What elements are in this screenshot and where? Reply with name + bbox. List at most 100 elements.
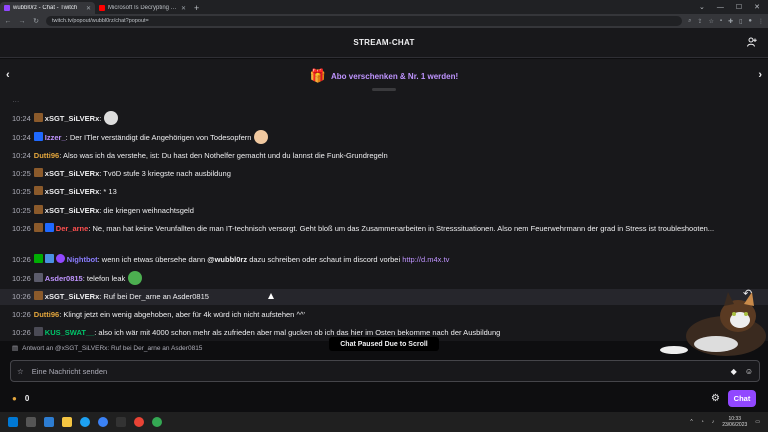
chat-message[interactable]: 10:25 xSGT_SiLVERx: TvöD stufe 3 kriegste… — [12, 167, 756, 180]
system-tray: ^ ◔ ♪ 10:33 23/06/2023 ▭ — [690, 416, 760, 428]
verified-badge-icon[interactable] — [55, 254, 65, 263]
extension-icon[interactable]: ▪ — [720, 18, 722, 25]
terminal-icon[interactable] — [116, 417, 126, 427]
gift-sub-banner[interactable]: ‹ 🎁 Abo verschenken & Nr. 1 werden! › — [0, 59, 768, 93]
forward-icon[interactable]: → — [18, 18, 26, 25]
username[interactable]: xSGT_SiLVERx — [45, 114, 99, 123]
username[interactable]: xSGT_SiLVERx — [45, 169, 99, 178]
menu-dots-icon[interactable]: ⋮ — [758, 18, 764, 25]
url-input[interactable]: twitch.tv/popout/wubbl0rz/chat?popout= — [46, 16, 683, 26]
zoom-icon[interactable]: ⌕ — [688, 18, 691, 25]
bookmark-star-icon[interactable]: ☆ — [709, 18, 714, 25]
sidebar-icon[interactable]: ▯ — [739, 18, 742, 25]
new-tab-icon[interactable]: + — [194, 2, 199, 14]
partner-badge-icon[interactable] — [44, 254, 54, 263]
browser-tab-youtube[interactable]: Microsoft Is Decrypting Your File ✕ — [95, 2, 190, 14]
gear-icon[interactable]: ⚙ — [711, 393, 720, 404]
close-tab-icon[interactable]: ✕ — [181, 5, 186, 12]
taskview-icon[interactable] — [26, 417, 36, 427]
close-tab-icon[interactable]: ✕ — [86, 5, 91, 12]
moderator-badge-icon[interactable] — [33, 254, 43, 263]
username[interactable]: Dutti96 — [34, 151, 59, 160]
tab-search-icon[interactable]: ⌄ — [699, 2, 705, 14]
volume-icon[interactable]: ♪ — [712, 419, 715, 425]
file-explorer-icon[interactable] — [62, 417, 72, 427]
app-icon[interactable] — [98, 417, 108, 427]
sub-badge-icon[interactable] — [33, 186, 43, 195]
windows-start-icon[interactable] — [8, 417, 18, 427]
chrome-profile-icon[interactable] — [152, 417, 162, 427]
username[interactable]: Der_arne — [56, 224, 89, 233]
channel-points[interactable]: ● 0 — [12, 394, 29, 403]
username[interactable]: Dutti96 — [34, 310, 59, 319]
edge-icon[interactable] — [80, 417, 90, 427]
chat-message[interactable]: 10:26 Der_arne: Ne, man hat keine Verunfa… — [12, 222, 756, 235]
emote-picker-icon[interactable]: ☺ — [745, 367, 753, 376]
prime-badge-icon[interactable] — [44, 223, 54, 232]
chat-message[interactable]: 10:26 Nightbot: wenn ich etwas übersehe d… — [12, 253, 756, 266]
chat-input-placeholder: Eine Nachricht senden — [31, 366, 108, 376]
sub-badge-icon[interactable] — [33, 223, 43, 232]
emote-icon[interactable] — [254, 130, 269, 144]
chevron-left-icon[interactable]: ‹ — [6, 69, 10, 81]
mention[interactable]: @wubbl0rz — [207, 255, 247, 264]
extension-icons: ⌕ ⇪ ☆ ▪ ✚ ▯ ● ⋮ — [688, 18, 764, 25]
chat-message[interactable]: 10:26 Dutti96: Klingt jetzt ein wenig abg… — [12, 308, 756, 321]
username[interactable]: Izzer_ — [45, 133, 66, 142]
chat-message[interactable]: 10:24 xSGT_SiLVERx: — [12, 111, 756, 125]
turbo-badge-icon[interactable] — [33, 327, 43, 336]
chat-message-highlighted[interactable]: 10:26 xSGT_SiLVERx: Ruf bei Der_arne an A… — [0, 289, 768, 305]
widgets-icon[interactable] — [44, 417, 54, 427]
message-link[interactable]: http://d.m4x.tv — [402, 255, 449, 264]
muted-badge-icon[interactable] — [33, 273, 43, 282]
close-window-icon[interactable]: ✕ — [754, 2, 760, 14]
minimize-icon[interactable]: — — [717, 2, 724, 14]
chat-message[interactable]: 10:25 xSGT_SiLVERx: die kriegen weihnacht… — [12, 204, 756, 217]
share-icon[interactable]: ⇪ — [697, 18, 702, 25]
notification-icon[interactable]: ▭ — [755, 419, 760, 425]
input-tools: ◆ ☺ — [731, 367, 753, 376]
return-arrow-icon[interactable]: ↶ — [743, 287, 752, 300]
chat-paused-button[interactable]: Chat Paused Due to Scroll — [329, 337, 439, 351]
username[interactable]: xSGT_SiLVERx — [45, 206, 99, 215]
system-clock[interactable]: 10:33 23/06/2023 — [722, 416, 747, 428]
community-users-icon[interactable] — [747, 37, 758, 50]
banner-drag-handle[interactable] — [372, 88, 396, 91]
chat-message[interactable]: 10:25 xSGT_SiLVERx: * 13 — [12, 185, 756, 198]
username[interactable]: Nightbot — [67, 255, 98, 264]
username[interactable]: xSGT_SiLVERx — [45, 187, 99, 196]
network-icon[interactable]: ◔ — [701, 419, 704, 425]
reload-icon[interactable]: ↻ — [32, 17, 40, 25]
bits-icon[interactable]: ◆ — [731, 367, 737, 376]
badge-picker-icon[interactable]: ☆ — [17, 367, 24, 376]
sub-badge-icon[interactable] — [33, 113, 43, 122]
maximize-icon[interactable]: ☐ — [736, 2, 742, 14]
username[interactable]: xSGT_SiLVERx — [45, 292, 99, 301]
profile-icon[interactable]: ● — [748, 18, 752, 25]
username[interactable]: Asder0815 — [45, 274, 83, 283]
message-text: Der ITler verständigt die Angehörigen vo… — [69, 133, 252, 142]
prime-badge-icon[interactable] — [33, 132, 43, 141]
chat-header: STREAM-CHAT — [0, 28, 768, 58]
chat-send-button[interactable]: Chat — [728, 389, 756, 407]
sub-badge-icon[interactable] — [33, 205, 43, 214]
chevron-right-icon[interactable]: › — [758, 69, 762, 81]
timestamp: 10:25 — [12, 187, 31, 196]
chevron-up-icon[interactable]: ^ — [690, 419, 692, 425]
chat-message[interactable]: 10:24 Izzer_: Der ITler verständigt die A… — [12, 130, 756, 144]
chat-message-list[interactable]: … 10:24 xSGT_SiLVERx: 10:24 Izzer_: Der IT… — [0, 93, 768, 341]
sub-badge-icon[interactable] — [33, 168, 43, 177]
chat-message[interactable]: 10:24 Dutti96: Also was ich da verstehe, … — [12, 149, 756, 162]
back-icon[interactable]: ← — [4, 18, 12, 25]
sub-badge-icon[interactable] — [33, 291, 43, 300]
chat-input[interactable]: ☆ Eine Nachricht senden ◆ ☺ — [10, 360, 760, 382]
tab-title: Microsoft Is Decrypting Your File — [108, 5, 178, 11]
emote-icon[interactable] — [128, 271, 143, 285]
username[interactable]: KUS_SWAT__ — [45, 328, 94, 337]
chat-message[interactable]: 10:26 Asder0815: telefon leak — [12, 271, 756, 285]
timestamp: 10:24 — [12, 151, 31, 160]
emote-icon[interactable] — [104, 111, 119, 125]
puzzle-icon[interactable]: ✚ — [728, 18, 733, 25]
chrome-icon[interactable] — [134, 417, 144, 427]
browser-tab-twitch[interactable]: wubbl0rz - Chat - Twitch ✕ — [0, 2, 95, 14]
